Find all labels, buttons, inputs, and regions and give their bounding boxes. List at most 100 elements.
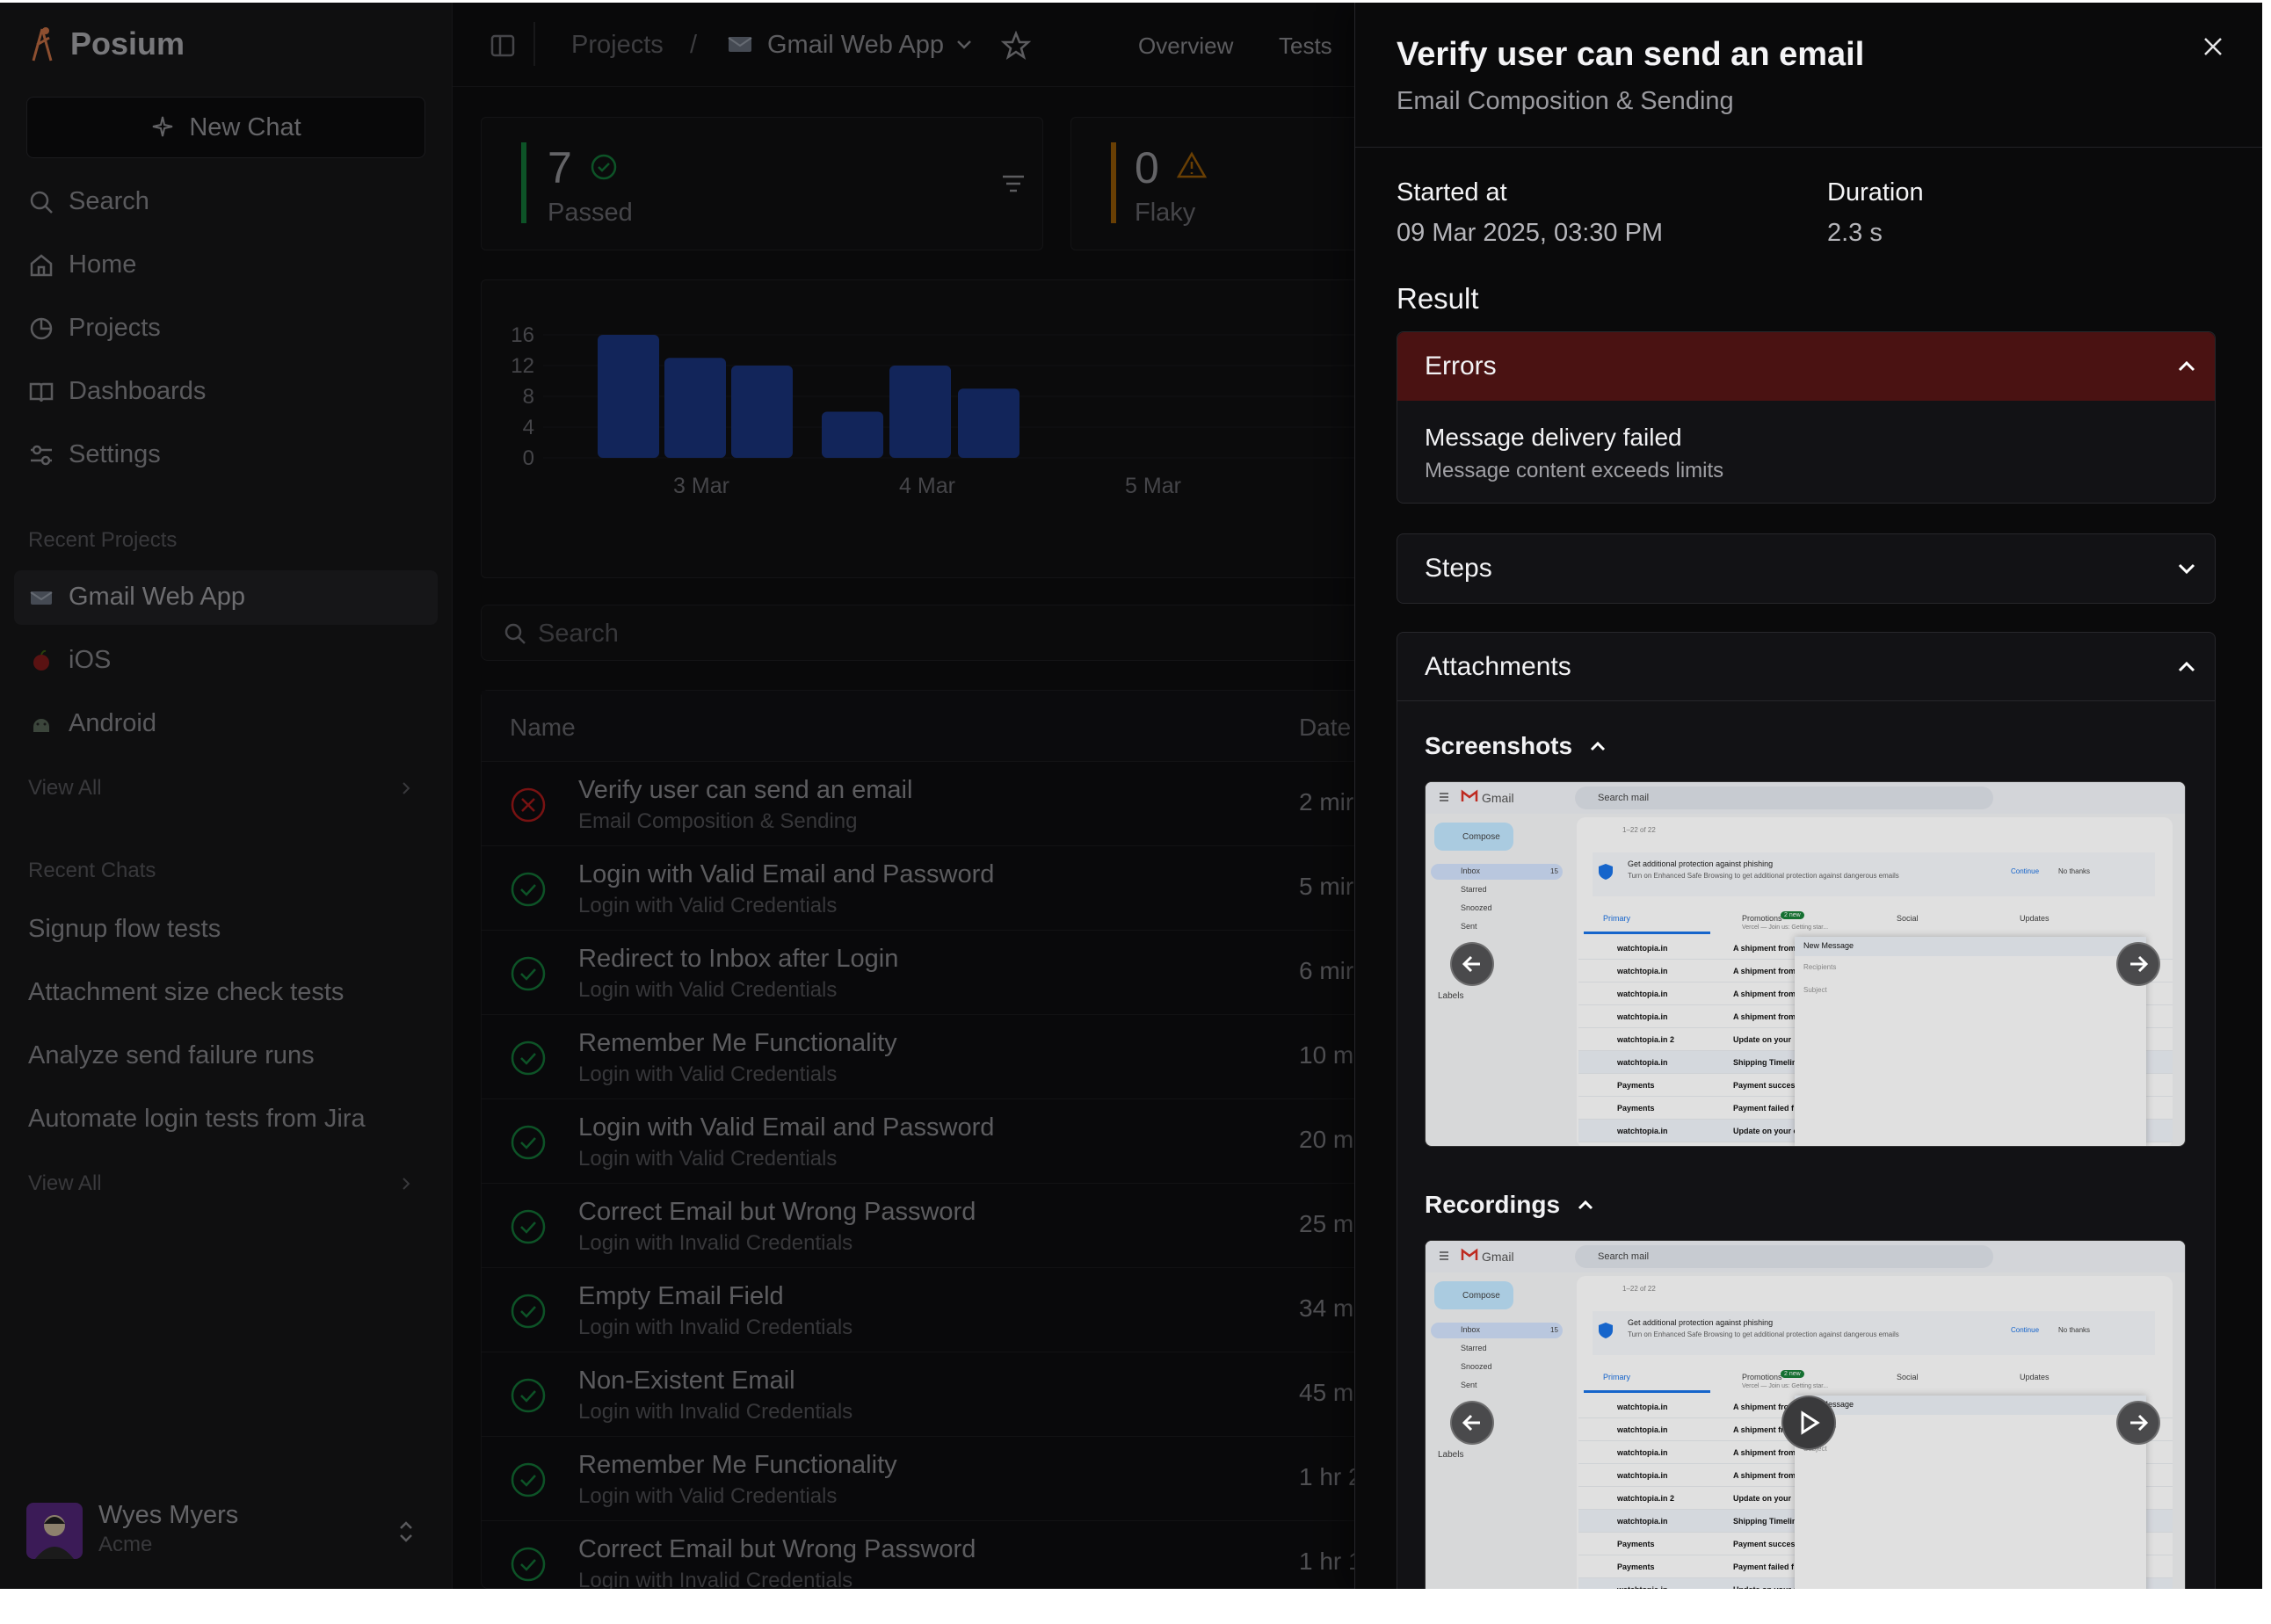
test-title: Login with Valid Email and Password bbox=[578, 860, 995, 888]
steps-accordion[interactable]: Steps bbox=[1397, 533, 2216, 604]
test-title: Remember Me Functionality bbox=[578, 1029, 897, 1057]
errors-label: Errors bbox=[1425, 352, 1497, 381]
test-title: Correct Email but Wrong Password bbox=[578, 1535, 976, 1563]
filter-icon[interactable] bbox=[1000, 170, 1027, 197]
table-row[interactable]: Correct Email but Wrong Password Login wi… bbox=[482, 1520, 1396, 1589]
chart-bar[interactable] bbox=[731, 366, 793, 458]
recent-chats-heading: Recent Chats bbox=[28, 859, 156, 882]
table-row[interactable]: Remember Me Functionality Login with Vali… bbox=[482, 1436, 1396, 1520]
test-title: Login with Valid Email and Password bbox=[578, 1113, 995, 1142]
project-label: iOS bbox=[69, 646, 112, 674]
table-row[interactable]: Redirect to Inbox after Login Login with … bbox=[482, 930, 1396, 1014]
project-item-ios[interactable]: iOS bbox=[28, 646, 111, 675]
errors-header[interactable]: Errors bbox=[1397, 332, 2215, 401]
test-title: Verify user can send an email bbox=[578, 776, 913, 804]
check-circle-icon bbox=[510, 871, 547, 908]
chart-bar[interactable] bbox=[822, 411, 883, 459]
breadcrumb-projects[interactable]: Projects bbox=[571, 31, 664, 60]
chat-item[interactable]: Signup flow tests bbox=[28, 915, 221, 944]
test-suite: Login with Invalid Credentials bbox=[578, 1400, 853, 1424]
next-button[interactable] bbox=[2116, 1401, 2160, 1445]
gmail-icon bbox=[727, 34, 753, 55]
started-value: 09 Mar 2025, 03:30 PM bbox=[1397, 219, 1664, 247]
previous-button[interactable] bbox=[1450, 1401, 1494, 1445]
chart-bar[interactable] bbox=[889, 366, 951, 458]
screenshots-header[interactable]: Screenshots bbox=[1425, 732, 1607, 760]
table-row[interactable]: Empty Email Field Login with Invalid Cred… bbox=[482, 1267, 1396, 1352]
chevrons-up-down-icon bbox=[395, 1519, 417, 1545]
close-icon[interactable] bbox=[2201, 34, 2225, 59]
panel-title: Verify user can send an email bbox=[1397, 36, 1865, 73]
nav-label: Home bbox=[69, 250, 137, 279]
user-menu[interactable]: Wyes Myers Acme bbox=[26, 1501, 422, 1562]
divider bbox=[1355, 147, 2262, 148]
error-description: Message content exceeds limits bbox=[1425, 459, 1724, 482]
project-item-android[interactable]: Android bbox=[28, 709, 156, 738]
chat-item[interactable]: Attachment size check tests bbox=[28, 978, 344, 1007]
chevron-down-icon[interactable] bbox=[955, 38, 973, 52]
nav-projects[interactable]: Projects bbox=[28, 314, 161, 343]
table-header: Name Date bbox=[482, 691, 1396, 761]
nav-dashboards[interactable]: Dashboards bbox=[28, 377, 206, 406]
column-header-date[interactable]: Date bbox=[1299, 714, 1351, 742]
nav-label: Search bbox=[69, 187, 149, 215]
test-date: 1 hr 1 bbox=[1299, 1548, 1362, 1575]
chart-bar[interactable] bbox=[958, 388, 1019, 458]
recent-projects-heading: Recent Projects bbox=[28, 528, 178, 552]
y-tick-label: 8 bbox=[523, 385, 534, 409]
recordings-header[interactable]: Recordings bbox=[1425, 1191, 1595, 1219]
tests-table: Name Date Verify user can send an email E… bbox=[481, 690, 1396, 1589]
star-icon[interactable] bbox=[1001, 31, 1031, 61]
y-tick-label: 4 bbox=[523, 416, 534, 439]
test-date: 20 m bbox=[1299, 1126, 1354, 1153]
table-row[interactable]: Login with Valid Email and Password Login… bbox=[482, 845, 1396, 930]
table-row[interactable]: Correct Email but Wrong Password Login wi… bbox=[482, 1183, 1396, 1267]
avatar bbox=[26, 1503, 83, 1559]
recording-thumbnail[interactable]: Gmail Search mail Compose Inbox Starred Snooz… bbox=[1425, 1240, 2186, 1589]
chat-item[interactable]: Automate login tests from Jira bbox=[28, 1105, 366, 1134]
nav-label: Projects bbox=[69, 314, 161, 342]
test-suite: Login with Invalid Credentials bbox=[578, 1569, 853, 1589]
attachments-header[interactable]: Attachments bbox=[1397, 633, 2215, 701]
check-circle-icon bbox=[510, 1377, 547, 1414]
y-tick-label: 16 bbox=[511, 323, 534, 347]
app-window: Posium New Chat Search Home Projects Das… bbox=[0, 3, 2262, 1589]
breadcrumb-project[interactable]: Gmail Web App bbox=[767, 31, 944, 60]
sidebar-toggle-icon[interactable] bbox=[490, 33, 516, 59]
gmail-icon bbox=[28, 584, 54, 611]
error-title: Message delivery failed bbox=[1425, 424, 1682, 451]
runs-chart: 16128403 Mar4 Mar5 Mar6Ru bbox=[481, 279, 1396, 578]
project-label: Android bbox=[69, 709, 156, 737]
screenshot-thumbnail[interactable]: Gmail Search mail Compose Inbox Starred Snooz… bbox=[1425, 781, 2186, 1147]
test-date: 34 m bbox=[1299, 1294, 1354, 1322]
chat-item[interactable]: Analyze send failure runs bbox=[28, 1041, 315, 1070]
x-tick-label: 5 Mar bbox=[1125, 474, 1181, 498]
project-item-gmail[interactable]: Gmail Web App bbox=[28, 583, 245, 612]
nav-settings[interactable]: Settings bbox=[28, 440, 161, 469]
search-input[interactable]: Search bbox=[481, 605, 1395, 661]
next-button[interactable] bbox=[2116, 942, 2160, 986]
test-detail-panel: Verify user can send an email Email Comp… bbox=[1354, 3, 2262, 1589]
steps-header[interactable]: Steps bbox=[1397, 534, 2215, 603]
nav-search[interactable]: Search bbox=[28, 187, 149, 216]
column-header-name[interactable]: Name bbox=[510, 714, 576, 742]
new-chat-button[interactable]: New Chat bbox=[26, 97, 425, 158]
brand[interactable]: Posium bbox=[26, 25, 185, 62]
chart-bar[interactable] bbox=[598, 335, 659, 458]
test-date: 45 m bbox=[1299, 1379, 1354, 1406]
tab-overview[interactable]: Overview bbox=[1138, 33, 1233, 60]
view-all-projects[interactable]: View All bbox=[28, 776, 415, 801]
table-row[interactable]: Remember Me Functionality Login with Vali… bbox=[482, 1014, 1396, 1098]
nav-home[interactable]: Home bbox=[28, 250, 136, 279]
dashboards-icon bbox=[28, 379, 54, 405]
chart-bar[interactable] bbox=[664, 358, 726, 458]
tab-tests[interactable]: Tests bbox=[1279, 33, 1332, 60]
play-button[interactable] bbox=[1781, 1396, 1836, 1450]
view-all-chats[interactable]: View All bbox=[28, 1171, 415, 1196]
panel-subtitle: Email Composition & Sending bbox=[1397, 87, 1734, 115]
search-icon bbox=[503, 621, 527, 646]
previous-button[interactable] bbox=[1450, 942, 1494, 986]
table-row[interactable]: Verify user can send an email Email Compo… bbox=[482, 761, 1396, 845]
table-row[interactable]: Login with Valid Email and Password Login… bbox=[482, 1098, 1396, 1183]
table-row[interactable]: Non-Existent Email Login with Invalid Cre… bbox=[482, 1352, 1396, 1436]
